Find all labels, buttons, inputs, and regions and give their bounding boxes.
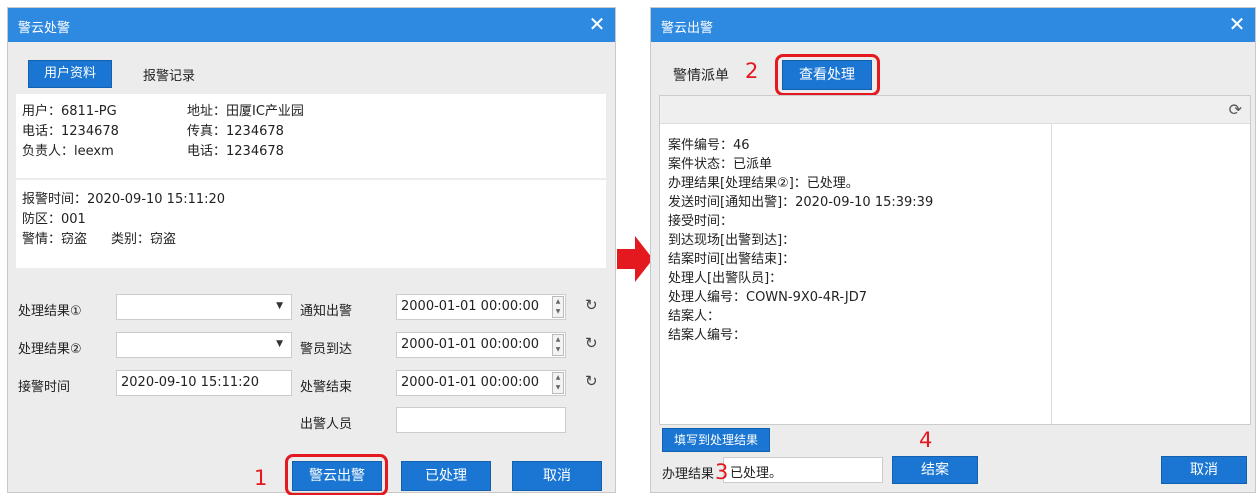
user-phone-2: 电话：1234678 bbox=[187, 144, 284, 159]
arrow-right-icon bbox=[617, 236, 653, 282]
details-divider bbox=[1051, 124, 1052, 424]
staff-label: 出警人员 bbox=[300, 417, 353, 432]
finish-time-spinner[interactable]: ▲ ▼ bbox=[552, 372, 564, 394]
tab-user-info[interactable]: 用户资料 bbox=[28, 60, 112, 88]
notify-time-field[interactable]: 2000-01-01 00:00:00 bbox=[396, 294, 566, 320]
arrival-time: 到达现场[出警到达]： bbox=[668, 233, 796, 248]
arrive-label: 警员到达 bbox=[300, 342, 353, 357]
result-label: 办理结果 bbox=[662, 467, 715, 482]
cloud-dispatch-dialog: 警云出警 ✕ 警情派单 2 查看处理 ⟳ 案件编号：46 案件状态：已派单 办理… bbox=[650, 7, 1256, 493]
details-toolbar: ⟳ bbox=[660, 96, 1250, 124]
tab-alarm-records[interactable]: 报警记录 bbox=[143, 65, 195, 84]
result2-label: 处理结果② bbox=[18, 342, 82, 357]
refresh-icon[interactable]: ⟳ bbox=[1229, 100, 1242, 119]
result-field[interactable]: 已处理。 bbox=[723, 457, 883, 483]
alarm-info-panel: 报警时间：2020-09-10 15:11:20 防区：001 警情：窃盗 类别… bbox=[16, 180, 606, 268]
case-number: 案件编号：46 bbox=[668, 138, 750, 153]
user-phone: 电话：1234678 bbox=[22, 124, 119, 139]
close-icon[interactable]: ✕ bbox=[585, 12, 609, 36]
finish-time-field[interactable]: 2000-01-01 00:00:00 bbox=[396, 370, 566, 396]
dialog-titlebar: 警云出警 ✕ bbox=[651, 8, 1255, 42]
receive-time-field[interactable]: 2020-09-10 15:11:20 bbox=[116, 370, 292, 396]
notify-label: 通知出警 bbox=[300, 304, 353, 319]
closer-id: 结案人编号： bbox=[668, 328, 747, 343]
arrive-time-field[interactable]: 2000-01-01 00:00:00 bbox=[396, 332, 566, 358]
send-time: 发送时间[通知出警]：2020-09-10 15:39:39 bbox=[668, 195, 934, 210]
receive-time-label: 接警时间 bbox=[18, 380, 71, 395]
finish-label: 处警结束 bbox=[300, 380, 353, 395]
details-list: 案件编号：46 案件状态：已派单 办理结果[处理结果②]：已处理。 发送时间[通… bbox=[668, 134, 933, 343]
finish-reset-icon[interactable]: ↻ bbox=[585, 372, 598, 390]
step-marker-1: 1 bbox=[254, 466, 268, 490]
cancel-button[interactable]: 取消 bbox=[512, 461, 602, 491]
dialog-title: 警云处警 bbox=[18, 21, 71, 36]
step-marker-3: 3 bbox=[715, 460, 729, 484]
step-marker-4: 4 bbox=[919, 428, 933, 452]
dispatch-button[interactable]: 警云出警 bbox=[292, 461, 382, 491]
details-panel: ⟳ 案件编号：46 案件状态：已派单 办理结果[处理结果②]：已处理。 发送时间… bbox=[659, 95, 1251, 425]
staff-field[interactable] bbox=[396, 407, 566, 433]
notify-time-spinner[interactable]: ▲ ▼ bbox=[552, 296, 564, 318]
close-case-button[interactable]: 结案 bbox=[892, 456, 978, 484]
dialog-title: 警云出警 bbox=[661, 21, 714, 36]
handler: 处理人[出警队员]： bbox=[668, 271, 783, 286]
step-marker-2: 2 bbox=[745, 59, 759, 83]
close-time: 结案时间[出警结束]： bbox=[668, 252, 796, 267]
arrive-time-spinner[interactable]: ▲ ▼ bbox=[552, 334, 564, 356]
user-address: 地址：田厦IC产业园 bbox=[187, 104, 304, 119]
result1-select[interactable]: ▼ bbox=[116, 294, 292, 320]
alarm-category: 类别：窃盗 bbox=[111, 232, 177, 247]
result2-select[interactable]: ▼ bbox=[116, 332, 292, 358]
user-info-panel: 用户：6811-PG 地址：田厦IC产业园 电话：1234678 传真：1234… bbox=[16, 94, 606, 178]
user-manager: 负责人：leexm bbox=[22, 144, 114, 159]
user-fax: 传真：1234678 bbox=[187, 124, 284, 139]
processed-button[interactable]: 已处理 bbox=[401, 461, 491, 491]
cancel-button[interactable]: 取消 bbox=[1161, 456, 1247, 484]
accept-time: 接受时间： bbox=[668, 214, 734, 229]
dialog-titlebar: 警云处警 ✕ bbox=[8, 8, 615, 42]
alarm-zone: 防区：001 bbox=[22, 212, 86, 227]
tab-dispatch-order[interactable]: 警情派单 bbox=[673, 65, 729, 85]
handler-id: 处理人编号：COWN-9X0-4R-JD7 bbox=[668, 290, 868, 305]
result1-label: 处理结果① bbox=[18, 304, 82, 319]
alarm-situation: 警情：窃盗 bbox=[22, 232, 88, 247]
chevron-down-icon: ▼ bbox=[276, 301, 283, 311]
user-id: 用户：6811-PG bbox=[22, 104, 117, 119]
view-processing-button[interactable]: 查看处理 bbox=[782, 60, 872, 90]
notify-reset-icon[interactable]: ↻ bbox=[585, 296, 598, 314]
alarm-time: 报警时间：2020-09-10 15:11:20 bbox=[22, 192, 226, 207]
case-status: 案件状态：已派单 bbox=[668, 157, 773, 172]
arrive-reset-icon[interactable]: ↻ bbox=[585, 334, 598, 352]
dispatch-dialog: 警云处警 ✕ 用户资料 报警记录 用户：6811-PG 地址：田厦IC产业园 电… bbox=[7, 7, 616, 495]
chevron-down-icon: ▼ bbox=[276, 339, 283, 349]
closer: 结案人： bbox=[668, 309, 721, 324]
handling-result: 办理结果[处理结果②]：已处理。 bbox=[668, 176, 859, 191]
close-icon[interactable]: ✕ bbox=[1225, 12, 1249, 36]
fill-result-button[interactable]: 填写到处理结果 bbox=[662, 428, 770, 452]
